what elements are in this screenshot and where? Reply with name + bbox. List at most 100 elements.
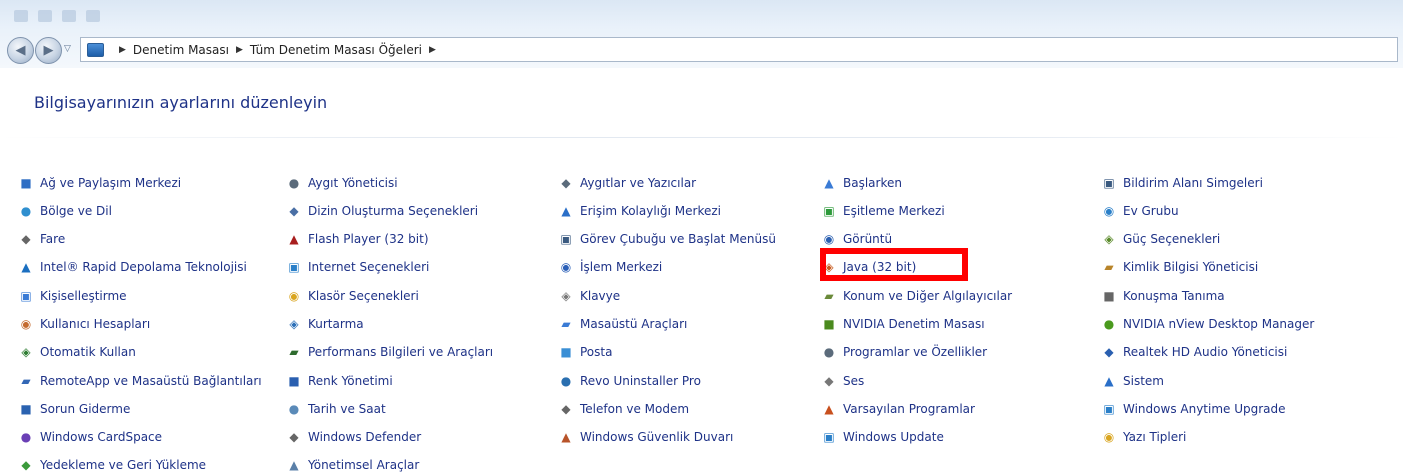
control-panel-item[interactable]: ▲ Başlarken bbox=[821, 172, 1101, 193]
control-panel-item[interactable]: ■ NVIDIA Denetim Masası bbox=[821, 313, 1101, 334]
control-panel-item[interactable]: ▣ Kişiselleştirme bbox=[18, 285, 286, 306]
flag-icon: ◉ bbox=[560, 260, 572, 275]
clock-icon: ● bbox=[288, 401, 300, 416]
control-panel-item[interactable]: ▲ Sistem bbox=[1101, 370, 1398, 391]
control-panel-item[interactable]: ◆ Aygıtlar ve Yazıcılar bbox=[558, 172, 821, 193]
item-label: RemoteApp ve Masaüstü Bağlantıları bbox=[40, 373, 262, 388]
recent-pages-dropdown[interactable]: ▽ bbox=[64, 44, 71, 54]
color-management-icon: ■ bbox=[288, 373, 300, 388]
control-panel-item[interactable]: ● Programlar ve Özellikler bbox=[821, 342, 1101, 363]
printer-icon: ◆ bbox=[561, 175, 571, 190]
control-panel-item[interactable]: ◈ Kurtarma bbox=[286, 313, 558, 334]
control-panel-item[interactable]: ▲ Erişim Kolaylığı Merkezi bbox=[558, 200, 821, 221]
control-panel-item[interactable]: ◈ Güç Seçenekleri bbox=[1101, 229, 1398, 250]
control-panel-item[interactable]: ▣ Görev Çubuğu ve Başlat Menüsü bbox=[558, 229, 821, 250]
back-button[interactable]: ◀ bbox=[7, 37, 34, 64]
control-panel-item[interactable]: ▲ Yönetimsel Araçlar bbox=[286, 455, 558, 475]
control-panel-item[interactable]: ◆ Dizin Oluşturma Seçenekleri bbox=[286, 200, 558, 221]
taskbar-icon: ▣ bbox=[560, 232, 572, 247]
control-panel-item[interactable]: ▣ Windows Anytime Upgrade bbox=[1101, 398, 1398, 419]
control-panel-item[interactable]: ▣ Eşitleme Merkezi bbox=[821, 200, 1101, 221]
modem-icon: ◆ bbox=[561, 401, 571, 416]
address-bar[interactable]: ▶ Denetim Masası ▶ Tüm Denetim Masası Öğ… bbox=[80, 37, 1398, 62]
breadcrumb-control-panel[interactable]: Denetim Masası bbox=[133, 43, 229, 57]
control-panel-item[interactable]: ◆ Telefon ve Modem bbox=[558, 398, 821, 419]
item-label: Ses bbox=[843, 373, 865, 388]
users-icon: ◉ bbox=[20, 316, 32, 331]
control-panel-item[interactable]: ◉ Yazı Tipleri bbox=[1101, 427, 1398, 448]
control-panel-item[interactable]: ▲ Intel® Rapid Depolama Teknolojisi bbox=[18, 257, 286, 278]
control-panel-item[interactable]: ◆ Yedekleme ve Geri Yükleme bbox=[18, 455, 286, 475]
item-label: Yedekleme ve Geri Yükleme bbox=[40, 458, 207, 473]
control-panel-item[interactable]: ◉ Klasör Seçenekleri bbox=[286, 285, 558, 306]
control-panel-item[interactable]: ● Bölge ve Dil bbox=[18, 200, 286, 221]
control-panel-item[interactable]: ◆ Realtek HD Audio Yöneticisi bbox=[1101, 342, 1398, 363]
control-panel-item[interactable]: ▣ Windows Update bbox=[821, 427, 1101, 448]
control-panel-item[interactable]: ▰ Konum ve Diğer Algılayıcılar bbox=[821, 285, 1101, 306]
control-panel-item[interactable]: ◉ Görüntü bbox=[821, 229, 1101, 250]
control-panel-item[interactable]: ▰ Kimlik Bilgisi Yöneticisi bbox=[1101, 257, 1398, 278]
firewall-icon: ▲ bbox=[561, 430, 571, 445]
personalization-icon: ▣ bbox=[20, 288, 32, 303]
control-panel-item[interactable]: ▣ Bildirim Alanı Simgeleri bbox=[1101, 172, 1398, 193]
control-panel-item[interactable]: ▲ Varsayılan Programlar bbox=[821, 398, 1101, 419]
control-panel-item[interactable]: ◆ Fare bbox=[18, 229, 286, 250]
item-label: Varsayılan Programlar bbox=[843, 401, 975, 416]
item-label: Kimlik Bilgisi Yöneticisi bbox=[1123, 260, 1259, 275]
item-label: Windows CardSpace bbox=[40, 430, 163, 445]
control-panel-item[interactable]: ● Aygıt Yöneticisi bbox=[286, 172, 558, 193]
flash-icon: ▲ bbox=[289, 232, 299, 247]
control-panel-item[interactable]: ◈ Otomatik Kullan bbox=[18, 342, 286, 363]
control-panel-item[interactable]: ◉ İşlem Merkezi bbox=[558, 257, 821, 278]
control-panel-item[interactable]: ◈ Klavye bbox=[558, 285, 821, 306]
item-label: Klasör Seçenekleri bbox=[308, 288, 419, 303]
item-label: Başlarken bbox=[843, 175, 902, 190]
breadcrumb-all-items[interactable]: Tüm Denetim Masası Öğeleri bbox=[250, 43, 422, 57]
item-label: Eşitleme Merkezi bbox=[843, 203, 945, 218]
network-icon: ■ bbox=[20, 175, 32, 190]
chevron-right-icon[interactable]: ▶ bbox=[236, 45, 243, 55]
item-label: Renk Yönetimi bbox=[308, 373, 393, 388]
control-panel-item[interactable]: ▰ Masaüstü Araçları bbox=[558, 313, 821, 334]
control-panel-item[interactable]: ● Tarih ve Saat bbox=[286, 398, 558, 419]
control-panel-item[interactable]: ◉ Ev Grubu bbox=[1101, 200, 1398, 221]
control-panel-item[interactable]: ■ Renk Yönetimi bbox=[286, 370, 558, 391]
display-icon: ◉ bbox=[823, 232, 835, 247]
cardspace-icon: ● bbox=[20, 430, 32, 445]
control-panel-item[interactable]: ▣ Internet Seçenekleri bbox=[286, 257, 558, 278]
item-label: NVIDIA Denetim Masası bbox=[843, 316, 985, 331]
control-panel-item[interactable]: ▲ Flash Player (32 bit) bbox=[286, 229, 558, 250]
forward-button[interactable]: ▶ bbox=[35, 37, 62, 64]
sensor-icon: ▰ bbox=[824, 288, 834, 303]
control-panel-item[interactable]: ◉ Kullanıcı Hesapları bbox=[18, 313, 286, 334]
forward-arrow-icon: ▶ bbox=[43, 43, 54, 58]
control-panel-item[interactable]: ▲ Windows Güvenlik Duvarı bbox=[558, 427, 821, 448]
defender-icon: ◆ bbox=[289, 430, 299, 445]
item-label: Klavye bbox=[580, 288, 621, 303]
item-label: Revo Uninstaller Pro bbox=[580, 373, 701, 388]
chevron-right-icon[interactable]: ▶ bbox=[119, 45, 126, 55]
fonts-icon: ◉ bbox=[1103, 430, 1115, 445]
control-panel-item[interactable]: ● Revo Uninstaller Pro bbox=[558, 370, 821, 391]
control-panel-item[interactable]: ▰ RemoteApp ve Masaüstü Bağlantıları bbox=[18, 370, 286, 391]
control-panel-item[interactable]: ■ Posta bbox=[558, 342, 821, 363]
control-panel-item[interactable]: ◆ Ses bbox=[821, 370, 1101, 391]
control-panel-item[interactable]: ■ Sorun Giderme bbox=[18, 398, 286, 419]
control-panel-item[interactable]: ● NVIDIA nView Desktop Manager bbox=[1101, 313, 1398, 334]
quick-icon-3[interactable] bbox=[62, 10, 76, 22]
control-panel-item[interactable]: ▰ Performans Bilgileri ve Araçları bbox=[286, 342, 558, 363]
item-label: Aygıtlar ve Yazıcılar bbox=[580, 175, 697, 190]
item-label: Internet Seçenekleri bbox=[308, 260, 430, 275]
quick-icon-4[interactable] bbox=[86, 10, 100, 22]
control-panel-item[interactable]: ■ Ağ ve Paylaşım Merkezi bbox=[18, 172, 286, 193]
control-panel-item[interactable]: ● Windows CardSpace bbox=[18, 427, 286, 448]
control-panel-item[interactable]: ◆ Windows Defender bbox=[286, 427, 558, 448]
quick-icon-2[interactable] bbox=[38, 10, 52, 22]
chevron-right-icon[interactable]: ▶ bbox=[429, 45, 436, 55]
backup-icon: ◆ bbox=[21, 458, 31, 473]
system-icon: ▲ bbox=[1104, 373, 1114, 388]
quick-icon-1[interactable] bbox=[14, 10, 28, 22]
page-title: Bilgisayarınızın ayarlarını düzenleyin bbox=[34, 93, 328, 112]
divider bbox=[0, 137, 1403, 138]
control-panel-item[interactable]: ■ Konuşma Tanıma bbox=[1101, 285, 1398, 306]
